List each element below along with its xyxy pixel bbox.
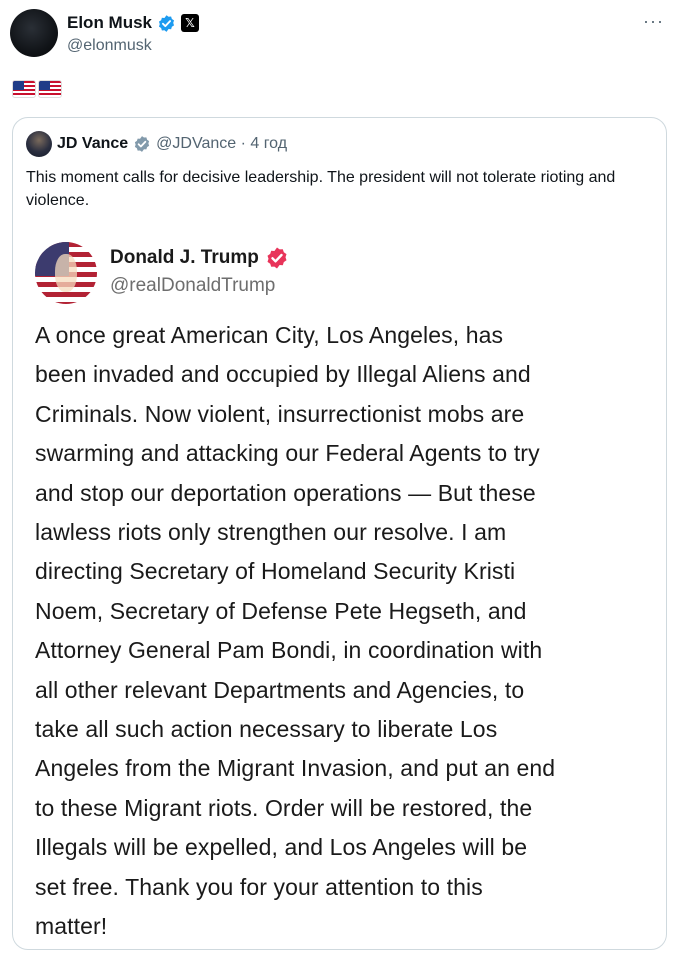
author-handle[interactable]: @elonmusk xyxy=(67,37,152,55)
author-name-row: Elon Musk 𝕏 xyxy=(67,12,200,34)
verified-gray-badge-icon xyxy=(135,136,150,152)
post-text-emoji xyxy=(12,80,62,98)
author-display-name[interactable]: Elon Musk xyxy=(67,13,152,33)
truth-display-name: Donald J. Trump xyxy=(110,247,259,268)
truth-post-body: A once great American City, Los Angeles,… xyxy=(35,322,556,940)
more-options-icon[interactable]: ··· xyxy=(643,11,664,32)
quoted-display-name: JD Vance xyxy=(57,135,129,152)
truth-avatar xyxy=(35,242,97,304)
us-flag-icon xyxy=(12,80,36,98)
truth-handle: @realDonaldTrump xyxy=(110,275,276,296)
quoted-handle-time: @JDVance · 4 год xyxy=(156,135,288,152)
quoted-post-card[interactable]: JD Vance @JDVance · 4 год This moment ca… xyxy=(12,117,667,950)
quoted-post-header: JD Vance @JDVance · 4 год xyxy=(26,131,287,157)
avatar[interactable] xyxy=(10,9,58,57)
quoted-post-text: This moment calls for decisive leadershi… xyxy=(26,169,616,209)
quoted-avatar xyxy=(26,131,52,157)
x-logo-icon: 𝕏 xyxy=(181,14,200,32)
verified-badge-icon xyxy=(267,247,287,269)
post-header: Elon Musk 𝕏 @elonmusk ··· xyxy=(10,9,670,61)
us-flag-icon xyxy=(38,80,62,98)
verified-badge-icon xyxy=(158,14,175,32)
truth-name-row: Donald J. Trump xyxy=(110,242,289,274)
truth-social-screenshot: Donald J. Trump @realDonaldTrump A once … xyxy=(25,238,655,943)
